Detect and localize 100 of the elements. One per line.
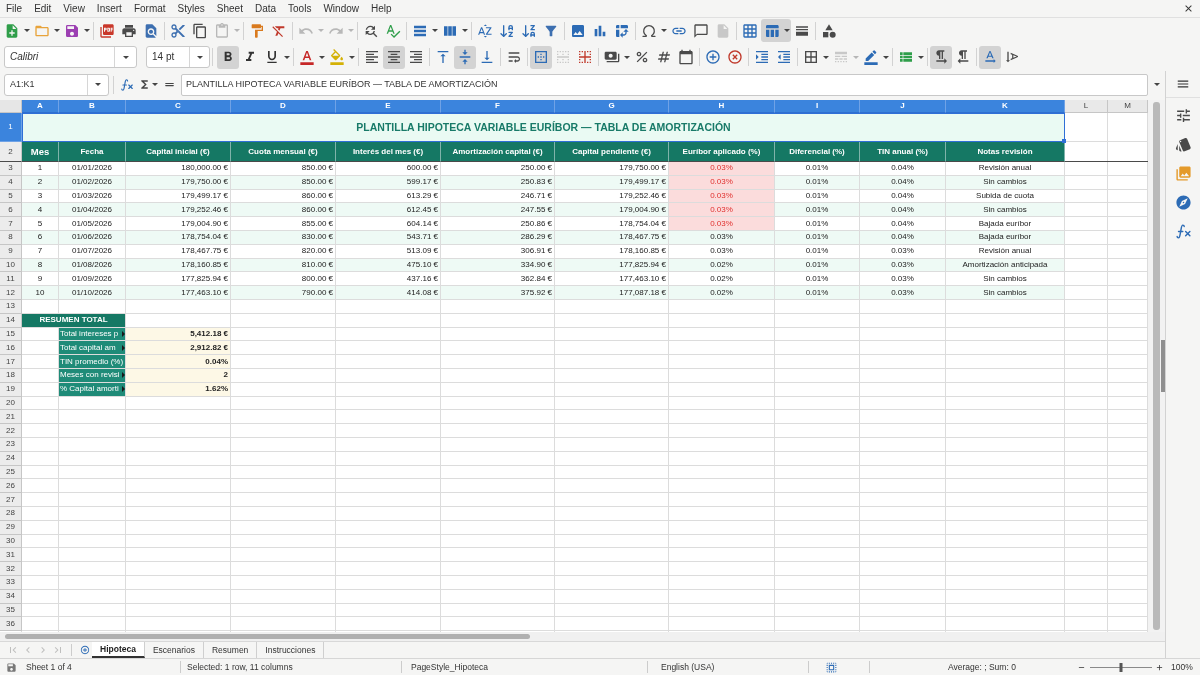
horizontal-scrollbar-thumb[interactable]	[5, 634, 530, 639]
sheet-tab[interactable]: Hipoteca	[92, 642, 145, 658]
language[interactable]: English (USA)	[661, 662, 715, 672]
bold-button[interactable]	[217, 45, 239, 69]
left-to-right-button[interactable]	[930, 45, 952, 69]
row-header[interactable]: 2	[0, 142, 22, 162]
menu-item[interactable]: Data	[248, 3, 283, 14]
column-header[interactable]: B	[59, 100, 126, 113]
caret-icon	[318, 29, 324, 32]
properties-button[interactable]	[1174, 106, 1192, 124]
styles-button[interactable]	[1174, 135, 1192, 153]
summary-label: Total capital am	[60, 343, 116, 352]
functions-button[interactable]	[1174, 222, 1192, 240]
column-header[interactable]: J	[860, 100, 946, 113]
font-name-field[interactable]: Calibri	[4, 46, 137, 68]
summary-title-cell: RESUMEN TOTAL	[22, 313, 126, 328]
column-header[interactable]: K	[946, 100, 1065, 113]
menu-item[interactable]: Format	[127, 3, 172, 14]
column-header[interactable]: D	[231, 100, 336, 113]
indent-decrease-icon	[776, 49, 792, 65]
sheet-tab[interactable]: Resumen	[203, 642, 258, 658]
scissors-icon	[170, 22, 186, 39]
menu-item[interactable]: Edit	[28, 3, 58, 14]
table-header-cell: Cuota mensual (€)	[231, 142, 336, 162]
inner-border-icon	[577, 49, 593, 65]
row-header[interactable]: 3	[0, 162, 22, 176]
page-style[interactable]: PageStyle_Hipoteca	[411, 662, 489, 672]
row-header[interactable]: 27	[0, 493, 22, 507]
number-icon	[656, 49, 672, 65]
row-header[interactable]: 36	[0, 617, 22, 632]
align-middle-button[interactable]	[454, 45, 476, 69]
zoom-in-button[interactable]	[1155, 662, 1164, 672]
row-header[interactable]: 6	[0, 203, 22, 218]
table-cell: 01/10/2026	[59, 286, 126, 300]
style-swatch-icon	[1174, 135, 1192, 153]
row-header[interactable]: 26	[0, 479, 22, 494]
outer-border-icon	[533, 49, 549, 65]
menu-item[interactable]: Window	[317, 3, 365, 14]
column-header[interactable]: I	[775, 100, 860, 113]
close-button[interactable]	[1183, 3, 1194, 14]
sigma-icon	[138, 78, 151, 91]
caret-icon	[918, 55, 924, 59]
row-header[interactable]: 1	[0, 113, 22, 142]
indent-increase-icon	[754, 49, 770, 65]
row-header[interactable]: 12	[0, 286, 22, 300]
row-header[interactable]: 31	[0, 548, 22, 563]
column-header[interactable]: F	[441, 100, 555, 113]
column-header[interactable]: A	[22, 100, 59, 113]
align-center-button[interactable]	[383, 45, 405, 69]
menu-item[interactable]: Insert	[90, 3, 128, 14]
sort-alpha-icon	[477, 22, 493, 39]
formula-input[interactable]: PLANTILLA HIPOTECA VARIABLE EURÍBOR — TABLA DE AMORTIZACIÓN	[181, 73, 1148, 96]
vertical-scrollbar-thumb[interactable]	[1153, 102, 1160, 630]
sheet-tab[interactable]: Escenarios	[144, 642, 204, 658]
menu-item[interactable]: Sheet	[210, 3, 249, 14]
align-left-icon	[364, 49, 380, 65]
column-header[interactable]: E	[336, 100, 441, 113]
speech-bubble-icon	[693, 22, 709, 39]
caret-icon	[349, 55, 355, 59]
table-cell: 790.00 €	[231, 286, 336, 300]
zoom-level[interactable]: 100%	[1171, 662, 1193, 672]
name-box[interactable]: A1:K1	[4, 73, 109, 96]
column-header[interactable]: G	[555, 100, 669, 113]
sidebar-collapse-handle[interactable]	[1161, 340, 1165, 392]
table-cell: 177,463.10 €	[126, 286, 231, 300]
table-header-cell: Diferencial (%)	[775, 142, 860, 162]
merge-center-button[interactable]	[530, 45, 552, 69]
column-header[interactable]: C	[126, 100, 231, 113]
table-cell: 0.03%	[860, 286, 946, 300]
caret-icon	[624, 55, 630, 59]
menu-item[interactable]: View	[57, 3, 91, 14]
document-save-icon	[6, 661, 17, 673]
selection-mode-icon[interactable]	[825, 660, 838, 674]
table-cell: 177,087.18 €	[555, 286, 669, 300]
text-direction-button[interactable]	[979, 45, 1001, 69]
sheet-title: PLANTILLA HIPOTECA VARIABLE EURÍBOR — TABLA DE AMORTIZACIÓN	[356, 122, 731, 133]
zoom-slider-thumb[interactable]	[1119, 662, 1123, 672]
zoom-slider[interactable]	[1090, 662, 1152, 672]
freeze-button[interactable]	[761, 19, 791, 42]
caret-icon	[432, 29, 438, 32]
row-header[interactable]: 22	[0, 424, 22, 438]
printer-icon	[121, 22, 137, 39]
navigator-button[interactable]	[1174, 193, 1192, 211]
menu-item[interactable]: Help	[365, 3, 398, 14]
sheet-tab[interactable]: Instrucciones	[257, 642, 325, 658]
font-size-field[interactable]: 14 pt	[146, 46, 210, 68]
row-header[interactable]: 11	[0, 272, 22, 287]
row-header[interactable]: 17	[0, 355, 22, 369]
row-header[interactable]: 21	[0, 410, 22, 425]
menu-item[interactable]: Styles	[171, 3, 211, 14]
vertical-text-icon	[1004, 49, 1020, 65]
row-header[interactable]: 7	[0, 217, 22, 231]
menu-item[interactable]: Tools	[282, 3, 318, 14]
row-header[interactable]: 16	[0, 341, 22, 356]
column-header[interactable]: L	[1065, 100, 1108, 113]
column-header[interactable]: H	[669, 100, 775, 113]
column-header[interactable]: M	[1108, 100, 1148, 113]
row-header[interactable]: 32	[0, 562, 22, 576]
fill-handle-icon[interactable]	[1062, 139, 1066, 143]
menu-item[interactable]: File	[0, 3, 29, 14]
